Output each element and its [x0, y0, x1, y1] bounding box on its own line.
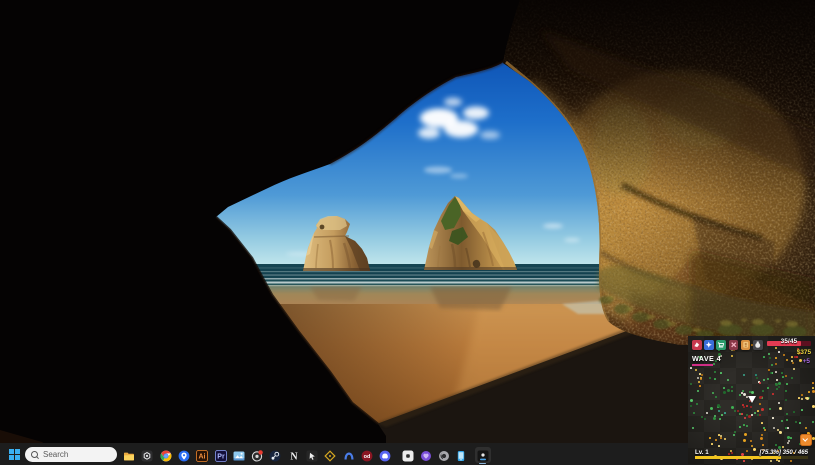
svg-text:N: N — [290, 451, 298, 462]
svg-text:od: od — [364, 454, 371, 460]
svg-text:Pr: Pr — [217, 454, 225, 461]
svg-text:Ai: Ai — [199, 454, 206, 461]
